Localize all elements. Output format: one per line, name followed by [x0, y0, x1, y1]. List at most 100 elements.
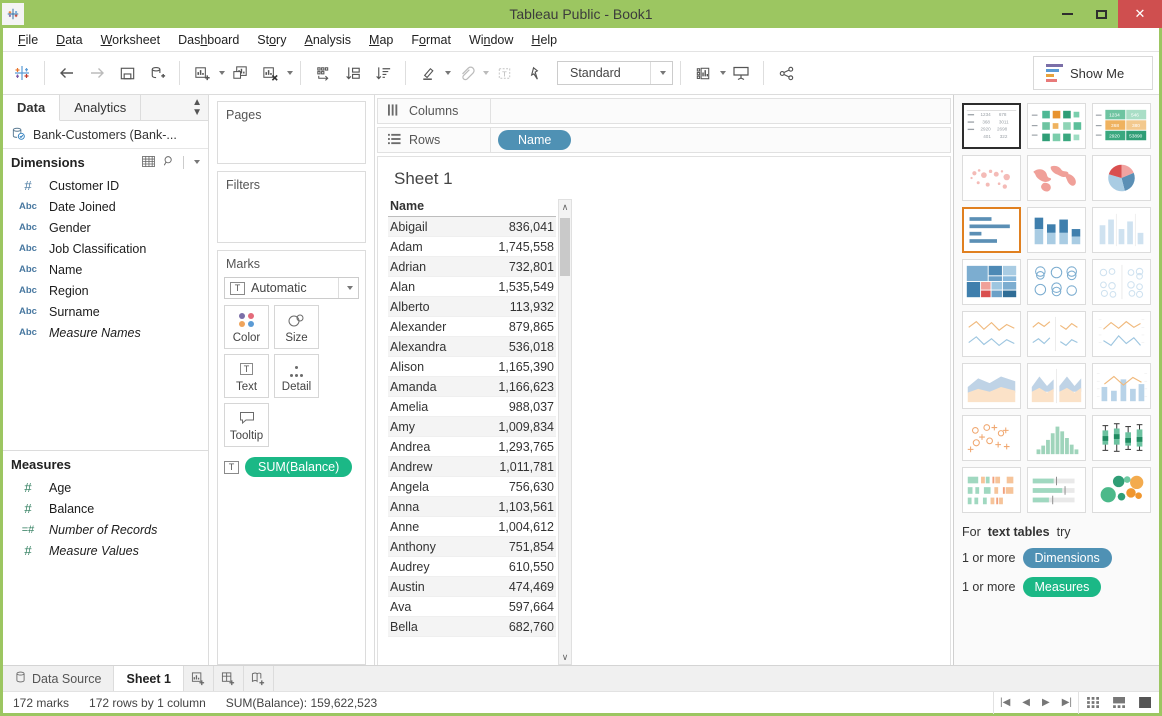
show-me-scatter-plot[interactable] [962, 415, 1021, 461]
table-row[interactable]: Adrian 732,801 [388, 257, 556, 277]
sort-ascending-icon[interactable] [338, 58, 368, 88]
field-gender[interactable]: Abc Gender [3, 217, 208, 238]
field-job-classification[interactable]: Abc Job Classification [3, 238, 208, 259]
show-me-horizontal-bar[interactable] [962, 207, 1021, 253]
table-row[interactable]: Alberto 113,932 [388, 297, 556, 317]
table-row[interactable]: Anna 1,103,561 [388, 497, 556, 517]
table-row[interactable]: Alexandra 536,018 [388, 337, 556, 357]
menu-window[interactable]: Window [460, 30, 522, 50]
show-mark-labels-icon[interactable]: T [489, 58, 519, 88]
single-view-icon[interactable] [1137, 696, 1153, 709]
field-region[interactable]: Abc Region [3, 280, 208, 301]
fix-axes-icon[interactable] [519, 58, 549, 88]
columns-shelf-dropzone[interactable] [491, 99, 950, 123]
minimize-button[interactable] [1050, 0, 1084, 28]
new-story-tab-icon[interactable] [244, 666, 274, 691]
scrollbar-track[interactable] [559, 214, 571, 650]
menu-story[interactable]: Story [248, 30, 295, 50]
fit-axis-icon[interactable] [688, 58, 718, 88]
show-me-bullet-graph[interactable] [1027, 467, 1086, 513]
forward-arrow-icon[interactable] [82, 58, 112, 88]
search-icon[interactable] [163, 155, 175, 170]
table-row[interactable]: Alexander 879,865 [388, 317, 556, 337]
show-me-filled-map[interactable] [1027, 155, 1086, 201]
mark-type-dropdown[interactable]: T Automatic [224, 277, 359, 299]
field-date-joined[interactable]: Abc Date Joined [3, 196, 208, 217]
table-row[interactable]: Alison 1,165,390 [388, 357, 556, 377]
pill-name[interactable]: Name [498, 130, 572, 150]
scrollbar-thumb[interactable] [560, 218, 570, 276]
presentation-icon[interactable] [726, 58, 756, 88]
table-row[interactable]: Amelia 988,037 [388, 397, 556, 417]
show-me-packed-bubbles[interactable] [1092, 467, 1151, 513]
table-row[interactable]: Anne 1,004,612 [388, 517, 556, 537]
table-row[interactable]: Andrew 1,011,781 [388, 457, 556, 477]
field-customer-id[interactable]: # Customer ID [3, 175, 208, 196]
table-row[interactable]: Amy 1,009,834 [388, 417, 556, 437]
grid-view-icon[interactable] [142, 155, 155, 170]
menu-dashboard[interactable]: Dashboard [169, 30, 248, 50]
menu-format[interactable]: Format [402, 30, 460, 50]
next-page-icon[interactable]: ▶ [1042, 697, 1050, 708]
show-me-stacked-bar[interactable] [1027, 207, 1086, 253]
filmstrip-view-icon[interactable] [1111, 696, 1127, 709]
new-worksheet-icon[interactable] [187, 58, 217, 88]
field-number-of-records[interactable]: =# Number of Records [3, 519, 208, 540]
pages-card[interactable]: Pages [217, 101, 366, 164]
show-me-area-discrete[interactable] [1027, 363, 1086, 409]
show-me-pie-chart[interactable] [1092, 155, 1151, 201]
highlight-icon[interactable] [413, 58, 443, 88]
show-me-side-by-side-bar[interactable] [1092, 207, 1151, 253]
show-me-dual-line[interactable] [1092, 311, 1151, 357]
show-me-area-continuous[interactable] [962, 363, 1021, 409]
table-row[interactable]: Angela 756,630 [388, 477, 556, 497]
data-source-tab[interactable]: Data Source [3, 666, 115, 691]
show-me-side-by-side-circle[interactable] [1092, 259, 1151, 305]
data-source-item[interactable]: Bank-Customers (Bank-... [3, 121, 208, 149]
table-row[interactable]: Alan 1,535,549 [388, 277, 556, 297]
collapse-expand-icon[interactable]: ▲ ▼ [192, 97, 202, 118]
clear-sheet-caret-icon[interactable] [287, 71, 293, 75]
table-row[interactable]: Andrea 1,293,765 [388, 437, 556, 457]
tab-data[interactable]: Data [3, 95, 61, 121]
show-me-heat-map[interactable] [1027, 103, 1086, 149]
show-me-circle-view[interactable] [1027, 259, 1086, 305]
menu-worksheet[interactable]: Worksheet [92, 30, 170, 50]
table-row[interactable]: Adam 1,745,558 [388, 237, 556, 257]
show-me-button[interactable]: Show Me [1033, 56, 1153, 90]
share-icon[interactable] [771, 58, 801, 88]
show-me-histogram[interactable] [1027, 415, 1086, 461]
menu-file[interactable]: File [9, 30, 47, 50]
show-me-line-discrete[interactable] [1027, 311, 1086, 357]
field-balance[interactable]: # Balance [3, 498, 208, 519]
group-members-icon[interactable] [451, 58, 481, 88]
table-row[interactable]: Bella 682,760 [388, 617, 556, 637]
tab-analytics[interactable]: Analytics [60, 95, 142, 120]
field-surname[interactable]: Abc Surname [3, 301, 208, 322]
table-row[interactable]: Ava 597,664 [388, 597, 556, 617]
show-me-line-continuous[interactable] [962, 311, 1021, 357]
sheet-tab-sheet-1[interactable]: Sheet 1 [114, 666, 184, 691]
filters-card[interactable]: Filters [217, 171, 366, 243]
menu-map[interactable]: Map [360, 30, 402, 50]
duplicate-sheet-icon[interactable] [225, 58, 255, 88]
new-dashboard-tab-icon[interactable] [214, 666, 244, 691]
table-row[interactable]: Anthony 751,854 [388, 537, 556, 557]
rows-shelf-dropzone[interactable]: Name [491, 128, 950, 152]
columns-shelf[interactable]: Columns [377, 98, 951, 124]
last-page-icon[interactable]: ▶| [1062, 697, 1072, 708]
field-name[interactable]: Abc Name [3, 259, 208, 280]
show-me-gantt-chart[interactable] [962, 467, 1021, 513]
fit-dropdown-caret-icon[interactable] [650, 62, 672, 84]
table-row[interactable]: Abigail 836,041 [388, 217, 556, 237]
show-me-highlight-table[interactable]: 1234 546 368 380 2920 53890 [1092, 103, 1151, 149]
show-me-text-table[interactable]: 1234 678 368 3011 2920 2698 401 322 [962, 103, 1021, 149]
chevron-down-icon[interactable]: ∨ [559, 650, 571, 664]
pill-sum-balance[interactable]: SUM(Balance) [245, 457, 353, 477]
previous-page-icon[interactable]: ◀ [1022, 697, 1030, 708]
sort-descending-icon[interactable] [368, 58, 398, 88]
save-icon[interactable] [112, 58, 142, 88]
first-page-icon[interactable]: |◀ [1000, 697, 1010, 708]
marks-color-button[interactable]: Color [224, 305, 269, 349]
menu-data[interactable]: Data [47, 30, 91, 50]
